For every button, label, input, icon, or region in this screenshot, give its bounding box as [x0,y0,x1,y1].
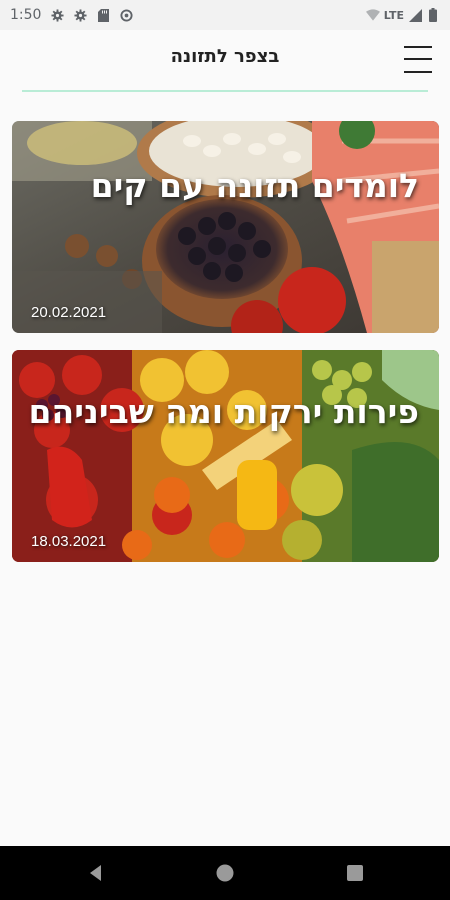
system-nav-bar [0,846,450,900]
settings-icon [73,8,87,22]
article-date: 20.02.2021 [31,304,107,321]
recents-icon[interactable] [345,863,365,883]
back-icon[interactable] [86,863,106,883]
app-header: בצפר לתזונה [0,30,450,92]
home-icon[interactable] [215,863,235,883]
article-title: לומדים תזונה עם קים [90,166,419,205]
header-divider [22,90,428,92]
status-bar: 1:50 LTE [0,0,450,30]
sd-card-icon [96,8,110,22]
battery-icon [426,8,440,22]
hamburger-menu-icon[interactable] [403,44,433,74]
fruits-vegetables-photo [12,350,439,562]
wifi-icon [365,8,380,22]
article-card[interactable]: לומדים תזונה עם קים 20.02.2021 [12,121,439,333]
status-time: 1:50 [10,7,42,23]
settings-icon [50,8,64,22]
article-date: 18.03.2021 [31,533,107,550]
article-title: פירות ירקות ומה שביניהם [28,392,419,431]
page-title: בצפר לתזונה [170,46,280,67]
article-card[interactable]: פירות ירקות ומה שביניהם 18.03.2021 [12,350,439,562]
network-type: LTE [383,8,404,22]
sync-icon [119,8,133,22]
signal-icon [408,8,422,22]
healthy-food-photo [12,121,439,333]
